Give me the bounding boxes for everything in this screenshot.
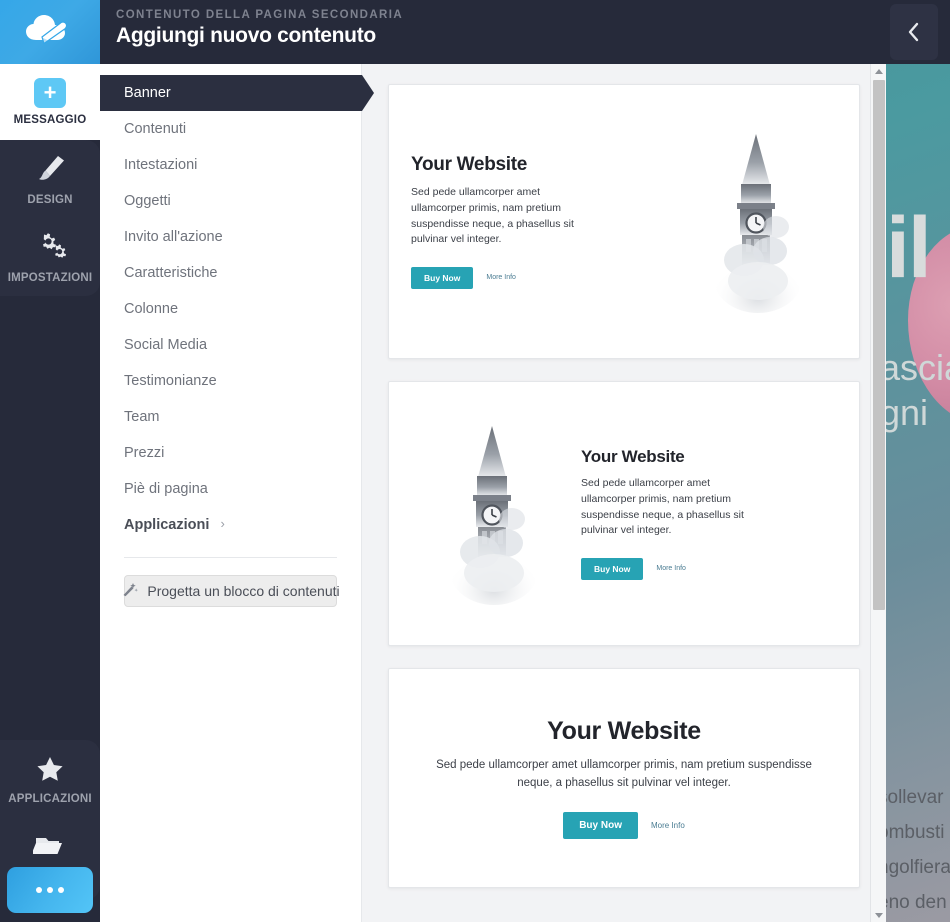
chevron-right-icon: ›: [220, 516, 225, 531]
menu-item-banner-label: Banner: [124, 85, 171, 101]
menu-item-prezzi-label: Prezzi: [124, 445, 165, 461]
clock-tower-illustration: [708, 129, 804, 314]
card-2-image-column: [407, 421, 577, 606]
menu-list: Banner Contenuti Intestazioni Oggetti In…: [100, 64, 374, 543]
header-eyebrow: CONTENUTO DELLA PAGINA SECONDARIA: [116, 9, 404, 21]
background-body-line-3: ngolfiera: [878, 857, 950, 879]
paintbrush-icon: [33, 153, 67, 188]
menu-item-contenuti[interactable]: Contenuti: [100, 111, 361, 147]
card-1-image-column: [671, 129, 841, 314]
preview-card-banner-1[interactable]: Your Website Sed pede ullamcorper amet u…: [388, 84, 860, 359]
left-icon-rail: + MESSAGGIO DESIGN IMPOSTAZIONI APPLICAZ…: [0, 64, 100, 922]
menu-item-testimonianze-label: Testimonianze: [124, 373, 217, 389]
sidebar-item-applicazioni[interactable]: APPLICAZIONI: [0, 740, 100, 818]
menu-item-pie-di-pagina[interactable]: Piè di pagina: [100, 471, 361, 507]
gears-icon: [31, 231, 69, 266]
menu-item-pie-di-pagina-label: Piè di pagina: [124, 481, 208, 497]
design-content-block-button[interactable]: Progetta un blocco di contenuti: [121, 575, 340, 607]
sidebar-item-messaggio[interactable]: + MESSAGGIO: [0, 64, 100, 140]
menu-item-caratteristiche[interactable]: Caratteristiche: [100, 255, 361, 291]
sidebar-item-applicazioni-label: APPLICAZIONI: [8, 792, 92, 805]
page-title: Aggiungi nuovo contenuto: [116, 24, 376, 47]
collapse-panel-button[interactable]: [890, 4, 938, 60]
menu-item-prezzi[interactable]: Prezzi: [100, 435, 361, 471]
menu-item-invito-all-azione[interactable]: Invito all'azione: [100, 219, 361, 255]
cloud-pencil-logo-icon: [22, 10, 78, 55]
preview-card-list: Your Website Sed pede ullamcorper amet u…: [362, 64, 886, 888]
chevron-left-icon: [906, 20, 922, 44]
menu-item-invito-all-azione-label: Invito all'azione: [124, 229, 223, 245]
card-3-more-info-link[interactable]: More Info: [651, 821, 685, 830]
background-body-text: sollevar ombusti ngolfiera eno den: [878, 780, 950, 921]
menu-item-oggetti[interactable]: Oggetti: [100, 183, 361, 219]
background-body-line-2: ombusti: [878, 822, 945, 844]
card-2-more-info-link[interactable]: More Info: [656, 565, 686, 572]
ellipsis-icon: [36, 887, 64, 893]
menu-item-banner[interactable]: Banner: [100, 75, 374, 111]
sidebar-item-impostazioni-label: IMPOSTAZIONI: [7, 271, 93, 284]
menu-item-testimonianze[interactable]: Testimonianze: [100, 363, 361, 399]
clock-tower-illustration: [444, 421, 540, 606]
background-hero-subtitle-line1: ascia: [880, 347, 950, 388]
card-3-buy-now-button[interactable]: Buy Now: [563, 811, 638, 839]
sidebar-item-messaggio-label: MESSAGGIO: [13, 114, 87, 126]
menu-item-intestazioni-label: Intestazioni: [124, 157, 198, 173]
rail-more-button[interactable]: [7, 867, 93, 913]
preview-card-banner-3[interactable]: Your Website Sed pede ullamcorper amet u…: [388, 668, 860, 888]
menu-item-applicazioni[interactable]: Applicazioni ›: [100, 507, 361, 543]
background-body-line-1: sollevar: [878, 787, 944, 808]
card-3-text-column: Your Website Sed pede ullamcorper amet u…: [407, 717, 841, 839]
magic-wand-icon: [121, 582, 139, 600]
sidebar-item-design-label: DESIGN: [27, 193, 73, 206]
background-hero-subtitle: ascia gni: [880, 345, 950, 435]
menu-item-contenuti-label: Contenuti: [124, 121, 187, 137]
panel-header: CONTENUTO DELLA PAGINA SECONDARIA Aggiun…: [100, 0, 886, 64]
menu-item-intestazioni[interactable]: Intestazioni: [100, 147, 361, 183]
content-type-menu: Banner Contenuti Intestazioni Oggetti In…: [100, 64, 374, 922]
card-1-more-info-link[interactable]: More Info: [486, 274, 516, 281]
card-2-text-column: Your Website Sed pede ullamcorper amet u…: [577, 447, 841, 580]
scrollbar-thumb[interactable]: [873, 80, 885, 610]
card-3-actions: Buy Now More Info: [431, 811, 817, 839]
card-2-title: Your Website: [581, 447, 685, 467]
plus-icon: +: [34, 78, 66, 108]
card-1-actions: Buy Now More Info: [411, 266, 667, 289]
star-icon: [34, 754, 66, 787]
sidebar-item-impostazioni[interactable]: IMPOSTAZIONI: [0, 218, 100, 296]
card-2-actions: Buy Now More Info: [581, 557, 837, 580]
card-2-body: Sed pede ullamcorper amet ullamcorper pr…: [581, 477, 744, 537]
background-hero-title: il: [886, 200, 932, 296]
sidebar-item-design[interactable]: DESIGN: [0, 140, 100, 218]
menu-item-social-media[interactable]: Social Media: [100, 327, 361, 363]
brand-logo[interactable]: [0, 0, 100, 64]
menu-item-colonne-label: Colonne: [124, 301, 179, 317]
menu-item-colonne[interactable]: Colonne: [100, 291, 361, 327]
card-1-buy-now-button[interactable]: Buy Now: [411, 266, 474, 289]
scrollbar-up-arrow[interactable]: [871, 66, 886, 76]
rail-group-primary: DESIGN IMPOSTAZIONI: [0, 140, 100, 296]
card-1-body: Sed pede ullamcorper amet ullamcorper pr…: [411, 186, 574, 246]
background-body-line-4: eno den: [878, 892, 947, 914]
menu-item-caratteristiche-label: Caratteristiche: [124, 265, 218, 281]
design-content-block-label: Progetta un blocco di contenuti: [147, 583, 340, 599]
card-1-text-column: Your Website Sed pede ullamcorper amet u…: [407, 154, 671, 289]
menu-item-applicazioni-label: Applicazioni: [124, 517, 210, 533]
background-hero-subtitle-line2: gni: [880, 392, 929, 433]
block-preview-area: Your Website Sed pede ullamcorper amet u…: [362, 64, 886, 922]
menu-item-social-media-label: Social Media: [124, 337, 208, 353]
menu-item-team[interactable]: Team: [100, 399, 361, 435]
menu-item-oggetti-label: Oggetti: [124, 193, 171, 209]
folder-icon: [31, 832, 67, 865]
preview-card-banner-2[interactable]: Your Website Sed pede ullamcorper amet u…: [388, 381, 860, 646]
card-1-title: Your Website: [411, 154, 528, 176]
menu-item-team-label: Team: [124, 409, 160, 425]
preview-scrollbar[interactable]: [870, 64, 886, 922]
card-2-buy-now-button[interactable]: Buy Now: [581, 557, 644, 580]
scrollbar-down-arrow[interactable]: [871, 910, 886, 920]
menu-divider: [124, 557, 337, 558]
card-3-body: Sed pede ullamcorper amet ullamcorper pr…: [436, 759, 812, 789]
card-3-title: Your Website: [547, 717, 701, 746]
